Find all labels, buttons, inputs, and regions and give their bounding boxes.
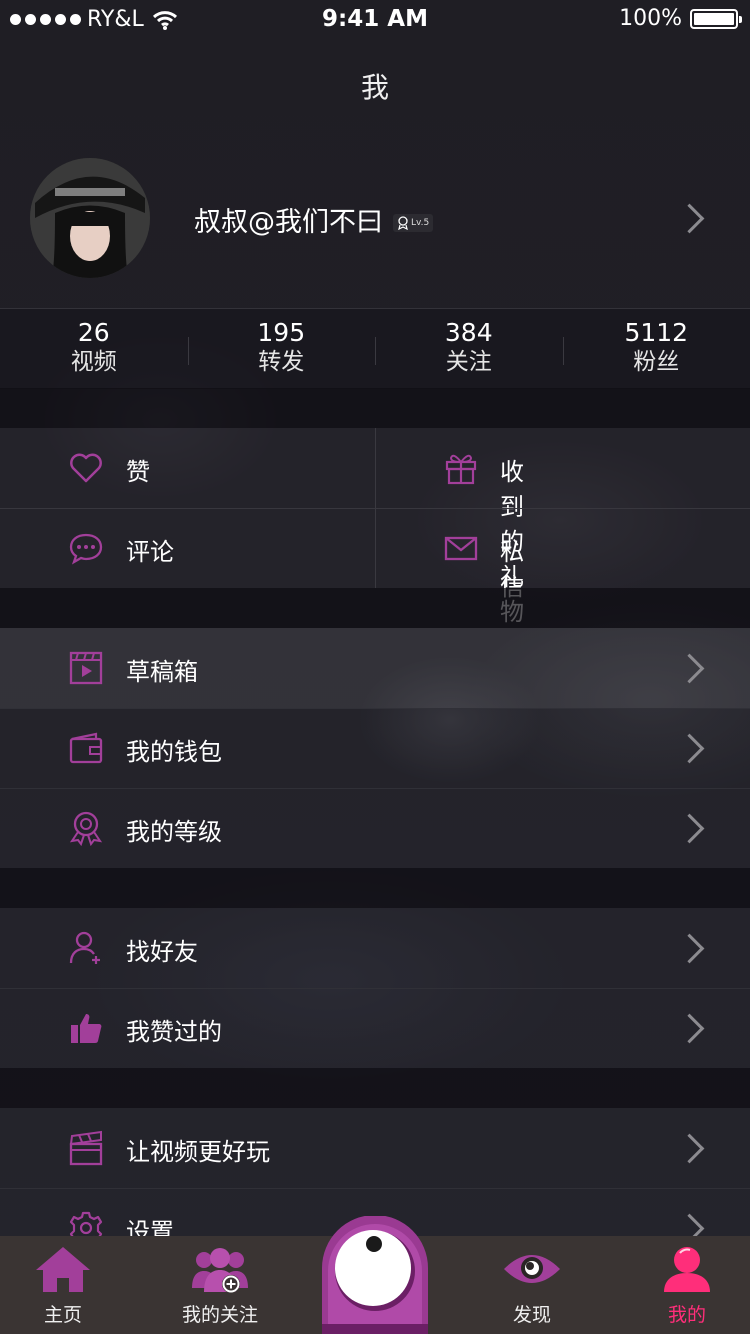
grid-item-gifts[interactable]: 收到的礼物: [0, 428, 524, 626]
stat-value: 26: [77, 318, 110, 347]
film-icon: [68, 650, 104, 686]
profile-name-row: 叔叔@我们不曰 Lv.5: [194, 200, 434, 239]
monster-eye-icon: [322, 1216, 428, 1334]
section-gap: [0, 588, 750, 628]
battery-percent: 100%: [619, 6, 682, 31]
section-gap: [0, 388, 750, 428]
menu-item-video-fun[interactable]: 让视频更好玩: [0, 1108, 750, 1188]
following-icon: [190, 1244, 250, 1294]
tab-label: 我的关注: [181, 1304, 258, 1326]
profile-header[interactable]: 叔叔@我们不曰 Lv.5: [0, 130, 750, 308]
menu-item-label: 我的等级: [126, 818, 222, 846]
menu-item-liked[interactable]: 我赞过的: [0, 988, 750, 1068]
grid-divider: [0, 508, 750, 509]
stat-reposts[interactable]: 195 转发: [187, 309, 376, 389]
level-text: Lv.5: [411, 217, 430, 228]
menu-item-label: 找好友: [126, 938, 198, 966]
app-root: RY&L 9:41 AM 100% 我 叔叔@我们不曰 Lv.5 26 视频 1…: [0, 0, 750, 1334]
menu-item-wallet[interactable]: 我的钱包: [0, 708, 750, 788]
chevron-right-icon: [674, 1133, 705, 1164]
tab-me[interactable]: 我的: [612, 1236, 750, 1334]
battery-icon: [690, 8, 742, 29]
tab-following[interactable]: 我的关注: [145, 1236, 295, 1334]
chevron-right-icon: [674, 203, 705, 234]
clapperboard-icon: [68, 1130, 104, 1166]
menu-item-drafts[interactable]: 草稿箱: [0, 628, 750, 708]
tab-label: 发现: [512, 1304, 551, 1326]
tab-discover[interactable]: 发现: [457, 1236, 607, 1334]
user-icon: [657, 1244, 717, 1294]
menu-item-label: 我的钱包: [126, 738, 222, 766]
status-right: 100%: [619, 6, 742, 31]
eye-icon: [502, 1244, 562, 1294]
medal-small-icon: [398, 215, 408, 230]
wallet-icon: [68, 730, 104, 766]
add-user-icon: [68, 930, 104, 966]
stat-value: 5112: [624, 318, 689, 347]
stat-value: 195: [257, 318, 306, 347]
chevron-right-icon: [674, 813, 705, 844]
home-icon: [33, 1244, 93, 1294]
chevron-right-icon: [674, 933, 705, 964]
menu-item-label: 我赞过的: [126, 1018, 222, 1046]
section-gap: [0, 1068, 750, 1108]
gift-icon: [443, 450, 479, 486]
thumbs-up-icon: [68, 1010, 104, 1046]
menu-item-label: 草稿箱: [126, 658, 198, 686]
stat-videos[interactable]: 26 视频: [0, 309, 188, 389]
stats-bar: 26 视频 195 转发 384 关注 5112 粉丝: [0, 308, 750, 389]
chevron-right-icon: [674, 733, 705, 764]
stat-label: 转发: [258, 349, 305, 375]
chevron-right-icon: [674, 653, 705, 684]
page-title: 我: [360, 71, 389, 104]
level-badge: Lv.5: [393, 213, 434, 232]
tab-home[interactable]: 主页: [0, 1236, 138, 1334]
stat-label: 视频: [70, 349, 117, 375]
username: 叔叔@我们不曰: [194, 207, 383, 238]
stat-label: 关注: [445, 349, 492, 375]
menu-item-level[interactable]: 我的等级: [0, 788, 750, 868]
stat-following[interactable]: 384 关注: [375, 309, 563, 389]
tab-label: 主页: [43, 1304, 82, 1326]
stat-label: 粉丝: [633, 349, 680, 375]
status-bar: RY&L 9:41 AM 100%: [0, 0, 750, 40]
menu-item-find-friends[interactable]: 找好友: [0, 908, 750, 988]
avatar[interactable]: [30, 158, 150, 278]
medal-icon: [68, 810, 104, 846]
tab-label: 我的: [667, 1304, 706, 1326]
mail-icon: [443, 530, 479, 566]
grid-item-messages[interactable]: 私信: [0, 508, 524, 601]
stat-followers[interactable]: 5112 粉丝: [562, 309, 750, 389]
chevron-right-icon: [674, 1013, 705, 1044]
section-gap: [0, 868, 750, 908]
menu-item-label: 让视频更好玩: [126, 1138, 270, 1166]
stat-value: 384: [444, 318, 493, 347]
record-button[interactable]: [320, 1216, 430, 1334]
